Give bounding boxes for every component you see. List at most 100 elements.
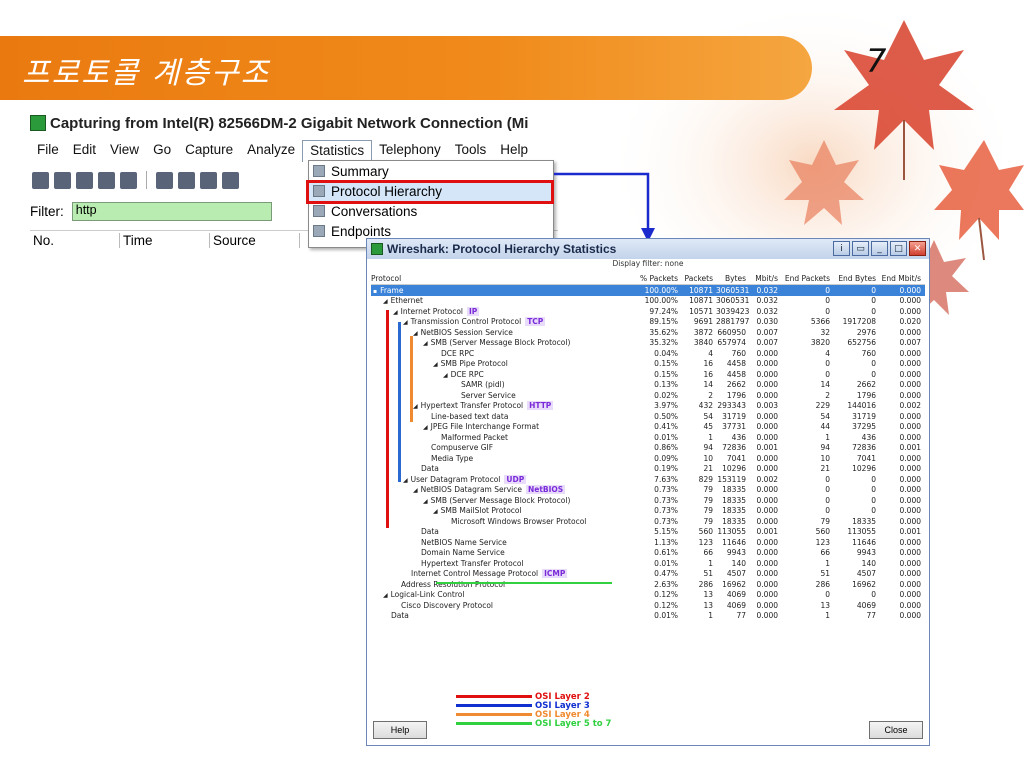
table-row[interactable]: DCE RPC 0.04% 4 760 0.000 4 760 0.000 [371, 348, 925, 359]
expander-icon[interactable]: ▪ [373, 288, 377, 295]
column-source[interactable]: Source [210, 233, 300, 248]
expander-icon[interactable]: ◢ [413, 487, 418, 494]
expander-icon[interactable]: ◢ [443, 372, 448, 379]
close-file-icon[interactable] [200, 171, 217, 189]
filter-input[interactable]: http [71, 201, 272, 221]
column-time[interactable]: Time [120, 233, 210, 248]
table-row[interactable]: Line-based text data 0.50% 54 31719 0.000 54 3… [371, 411, 925, 422]
restore-icon[interactable]: ▭ [852, 241, 869, 256]
expander-icon[interactable]: ◢ [423, 498, 428, 505]
menu-analyze[interactable]: Analyze [240, 140, 302, 162]
header-packets[interactable]: Packets [681, 274, 716, 283]
table-row[interactable]: Server Service 0.02% 2 1796 0.000 2 1796 0.000 [371, 390, 925, 401]
packets-cell: 45 [703, 422, 713, 432]
table-row[interactable]: ◢ SMB (Server Message Block Protocol) 35.3… [371, 338, 925, 349]
stop-capture-icon[interactable] [98, 171, 115, 189]
packets-cell: 1 [708, 432, 713, 442]
protocol-name: SMB Pipe Protocol [440, 359, 508, 369]
table-row[interactable]: Domain Name Service 0.61% 66 9943 0.000 66 994… [371, 548, 925, 559]
menu-go[interactable]: Go [146, 140, 178, 162]
open-file-icon[interactable] [156, 171, 173, 189]
table-row[interactable]: Data 0.01% 1 77 0.000 1 77 0.000 [371, 611, 925, 622]
restart-capture-icon[interactable] [120, 171, 137, 189]
end-packets-cell: 51 [820, 569, 830, 579]
table-row[interactable]: Data 5.15% 560 113055 0.001 560 113055 0.001 [371, 527, 925, 538]
header-mbit[interactable]: Mbit/s [749, 274, 781, 283]
menu-statistics[interactable]: Statistics [302, 140, 373, 162]
expander-icon[interactable]: ◢ [423, 424, 428, 431]
expander-icon[interactable]: ◢ [383, 592, 388, 599]
table-row[interactable]: ◢ SMB MailSlot Protocol 0.73% 79 18335 0.000 0… [371, 506, 925, 517]
expander-icon[interactable]: ◢ [413, 403, 418, 410]
interfaces-icon[interactable] [32, 171, 49, 189]
table-row[interactable]: ◢ User Datagram Protocol UDP 7.63% 829 153119… [371, 474, 925, 485]
table-row[interactable]: ◢ Internet Protocol IP 97.24% 10571 3039423 0.… [371, 306, 925, 317]
table-row[interactable]: Microsoft Windows Browser Protocol 0.73% 7… [371, 516, 925, 527]
info-icon[interactable]: i [833, 241, 850, 256]
menu-edit[interactable]: Edit [66, 140, 103, 162]
header-bytes[interactable]: Bytes [716, 274, 749, 283]
menu-item-summary[interactable]: Summary [309, 161, 553, 181]
header-end-mbit[interactable]: End Mbit/s [879, 274, 924, 283]
table-row[interactable]: Compuserve GIF 0.86% 94 72836 0.001 94 72836 0.… [371, 443, 925, 454]
options-icon[interactable] [54, 171, 71, 189]
end-packets-cell: 66 [820, 548, 830, 558]
table-row[interactable]: Media Type 0.09% 10 7041 0.000 10 7041 0.000 [371, 453, 925, 464]
menu-tools[interactable]: Tools [448, 140, 494, 162]
expander-icon[interactable]: ◢ [393, 309, 398, 316]
menu-file[interactable]: File [30, 140, 66, 162]
table-row[interactable]: ◢ DCE RPC 0.15% 16 4458 0.000 0 0 0.000 [371, 369, 925, 380]
header-protocol[interactable]: Protocol [371, 274, 635, 283]
table-row[interactable]: ◢ Ethernet 100.00% 10871 3060531 0.032 0 0 0.000 [371, 296, 925, 307]
table-row[interactable]: ◢ Transmission Control Protocol TCP 89.15% 9… [371, 317, 925, 328]
table-row[interactable]: ◢ NetBIOS Session Service 35.62% 3872 660950… [371, 327, 925, 338]
header-end-packets[interactable]: End Packets [781, 274, 833, 283]
expander-icon[interactable]: ◢ [383, 298, 388, 305]
minimize-icon[interactable]: _ [871, 241, 888, 256]
menu-capture[interactable]: Capture [178, 140, 240, 162]
menu-item-conversations[interactable]: Conversations [309, 201, 553, 221]
expander-icon[interactable]: ◢ [403, 477, 408, 484]
expander-icon[interactable]: ◢ [423, 340, 428, 347]
table-row[interactable]: Address Resolution Protocol 2.63% 286 16962… [371, 579, 925, 590]
table-row[interactable]: ◢ NetBIOS Datagram Service NetBIOS 0.73% 79 1… [371, 485, 925, 496]
save-file-icon[interactable] [178, 171, 195, 189]
table-row[interactable]: ◢ SMB Pipe Protocol 0.15% 16 4458 0.000 0 0 0.00… [371, 359, 925, 370]
close-icon[interactable]: ✕ [909, 241, 926, 256]
end-packets-cell: 14 [820, 380, 830, 390]
table-row[interactable]: ▪ Frame 100.00% 10871 3060531 0.032 0 0 0.000 [371, 285, 925, 296]
page-number: 7 [866, 42, 887, 80]
table-row[interactable]: ◢ SMB (Server Message Block Protocol) 0.73… [371, 495, 925, 506]
percent-packets-cell: 0.13% [654, 380, 678, 390]
expander-icon[interactable]: ◢ [433, 361, 438, 368]
close-button[interactable]: Close [869, 721, 923, 739]
table-row[interactable]: Data 0.19% 21 10296 0.000 21 10296 0.000 [371, 464, 925, 475]
reload-icon[interactable] [222, 171, 239, 189]
help-button[interactable]: Help [373, 721, 427, 739]
table-row[interactable]: Hypertext Transfer Protocol 0.01% 1 140 0.00… [371, 558, 925, 569]
start-capture-icon[interactable] [76, 171, 93, 189]
table-row[interactable]: ◢ JPEG File Interchange Format 0.41% 45 3773… [371, 422, 925, 433]
menu-telephony[interactable]: Telephony [372, 140, 448, 162]
expander-icon[interactable]: ◢ [413, 330, 418, 337]
header-end-bytes[interactable]: End Bytes [833, 274, 879, 283]
bytes-cell: 4458 [726, 359, 746, 369]
menu-help[interactable]: Help [493, 140, 535, 162]
maximize-icon[interactable]: □ [890, 241, 907, 256]
table-row[interactable]: Cisco Discovery Protocol 0.12% 13 4069 0.000… [371, 600, 925, 611]
menu-view[interactable]: View [103, 140, 146, 162]
table-row[interactable]: Malformed Packet 0.01% 1 436 0.000 1 436 0.000 [371, 432, 925, 443]
end-bytes-cell: 2662 [856, 380, 876, 390]
expander-icon[interactable]: ◢ [403, 319, 408, 326]
end-packets-cell: 1 [825, 432, 830, 442]
bytes-cell: 11646 [722, 537, 746, 547]
expander-icon[interactable]: ◢ [433, 508, 438, 515]
table-row[interactable]: ◢ Logical-Link Control 0.12% 13 4069 0.000 0 0 0… [371, 590, 925, 601]
table-row[interactable]: NetBIOS Name Service 1.13% 123 11646 0.000 12… [371, 537, 925, 548]
table-row[interactable]: SAMR (pidl) 0.13% 14 2662 0.000 14 2662 0.000 [371, 380, 925, 391]
percent-packets-cell: 7.63% [654, 474, 678, 484]
header-percent-packets[interactable]: % Packets [635, 274, 681, 283]
table-row[interactable]: ◢ Hypertext Transfer Protocol HTTP 3.97% 432… [371, 401, 925, 412]
column-no[interactable]: No. [30, 233, 120, 248]
table-row[interactable]: Internet Control Message Protocol ICMP 0.4… [371, 569, 925, 580]
